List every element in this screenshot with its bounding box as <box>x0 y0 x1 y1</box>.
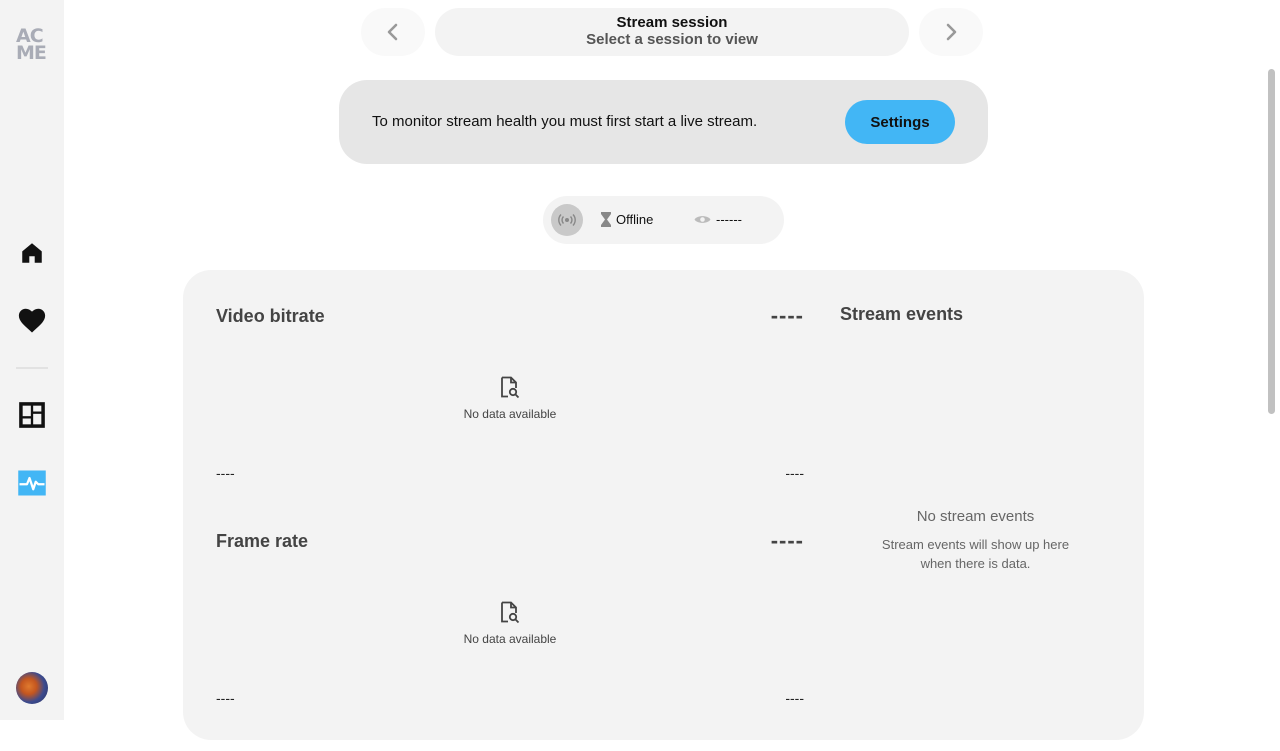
settings-button[interactable]: Settings <box>845 100 955 144</box>
axis-start-label: ---- <box>216 465 235 481</box>
pulse-icon <box>18 470 46 496</box>
no-data-label: No data available <box>463 632 557 646</box>
scrollbar-thumb[interactable] <box>1268 69 1275 414</box>
sidebar: AC ME <box>0 0 64 720</box>
metric-video-bitrate: Video bitrate ---- No data available ---… <box>216 303 804 526</box>
home-icon <box>22 243 42 263</box>
status-label: Offline <box>616 212 654 227</box>
chevron-left-icon <box>387 23 398 41</box>
metric-title: Video bitrate <box>216 306 325 326</box>
hourglass-icon <box>601 212 611 227</box>
eye-icon <box>694 216 711 223</box>
main-content: Stream session Select a session to view … <box>64 0 1266 740</box>
stream-events-empty-state: No stream events Stream events will show… <box>873 508 1078 573</box>
session-title: Stream session <box>616 14 728 31</box>
status-viewers: ------ <box>694 212 742 227</box>
stream-health-panel: Video bitrate ---- No data available ---… <box>183 270 1144 740</box>
broadcast-status-indicator <box>551 204 583 236</box>
viewer-count: ------ <box>716 212 742 227</box>
no-data-placeholder: No data available <box>216 376 804 421</box>
metric-value: ---- <box>770 528 804 553</box>
brand-logo: AC ME <box>16 25 47 64</box>
banner-message: To monitor stream health you must first … <box>372 113 758 130</box>
sidebar-item-stream-health[interactable] <box>16 467 48 499</box>
chevron-right-icon <box>946 23 957 41</box>
file-search-icon <box>501 601 520 624</box>
no-data-placeholder: No data available <box>216 601 804 646</box>
stream-notice-banner: To monitor stream health you must first … <box>339 80 988 164</box>
session-selector[interactable]: Stream session Select a session to view <box>435 8 909 56</box>
empty-state-description: Stream events will show up here when the… <box>881 537 1070 571</box>
sidebar-item-dashboard[interactable] <box>16 399 48 431</box>
session-subtitle: Select a session to view <box>586 31 758 48</box>
previous-session-button[interactable] <box>361 8 425 56</box>
empty-state-title: No stream events <box>916 508 1035 525</box>
sidebar-divider <box>16 367 48 369</box>
dashboard-icon <box>19 402 45 428</box>
broadcast-icon <box>558 214 576 226</box>
avatar[interactable] <box>16 672 48 704</box>
next-session-button[interactable] <box>919 8 983 56</box>
sidebar-item-home[interactable] <box>16 237 48 269</box>
axis-end-label: ---- <box>785 690 804 706</box>
no-data-label: No data available <box>463 407 557 421</box>
metric-title: Frame rate <box>216 531 309 551</box>
file-search-icon <box>501 376 520 399</box>
stream-status-bar: Offline ------ <box>543 196 784 244</box>
axis-end-label: ---- <box>785 465 804 481</box>
metric-value: ---- <box>770 303 804 328</box>
sidebar-item-favorites[interactable] <box>16 304 48 336</box>
status-offline: Offline <box>601 212 653 227</box>
heart-icon <box>18 308 46 333</box>
metric-frame-rate: Frame rate ---- No data available ---- -… <box>216 528 804 751</box>
axis-start-label: ---- <box>216 690 235 706</box>
stream-events-title: Stream events <box>840 304 964 324</box>
